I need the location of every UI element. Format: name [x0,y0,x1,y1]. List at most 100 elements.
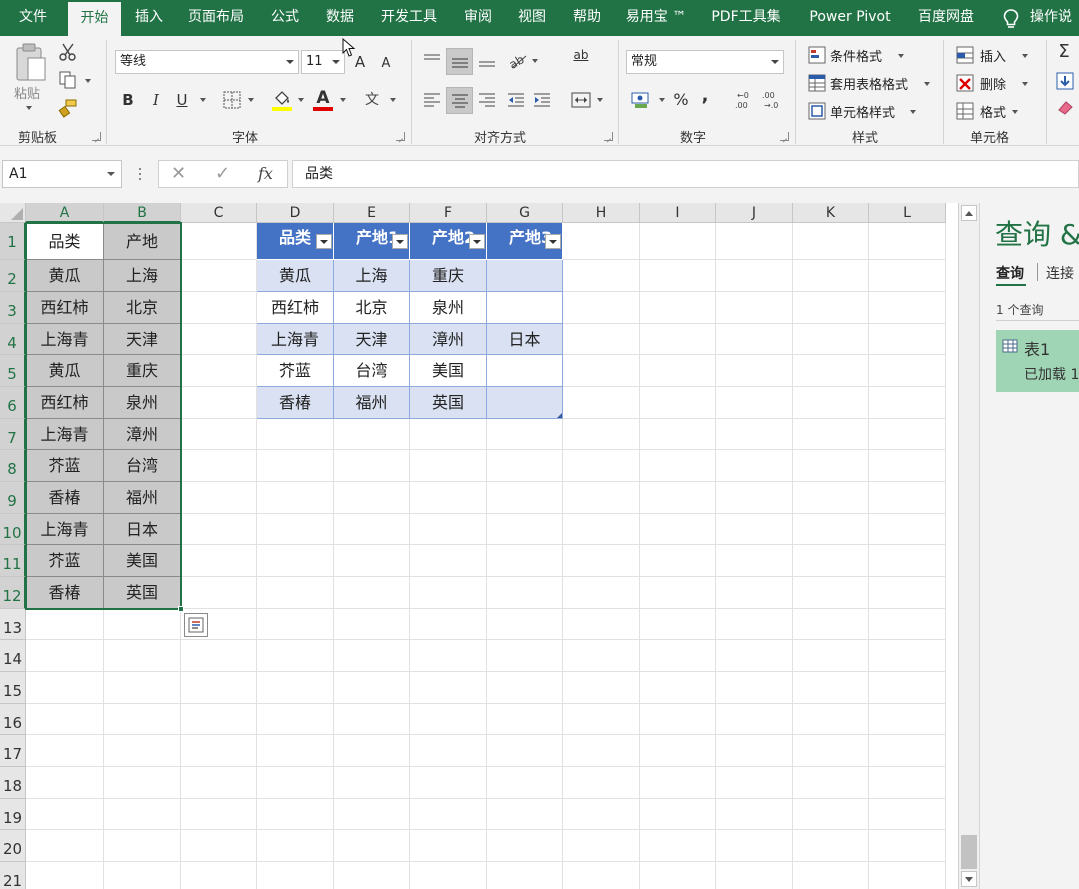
row-header[interactable]: 15 [0,672,26,704]
grid-cell[interactable] [181,862,257,889]
grid-cell[interactable] [716,223,793,260]
grid-cell[interactable] [181,545,257,577]
grid-cell[interactable] [640,640,716,672]
grid-cell[interactable] [563,767,640,799]
grid-cell[interactable] [793,419,869,450]
format-cells-button[interactable]: 格式 [956,100,1036,122]
grid-cell[interactable] [640,324,716,355]
grid-cell[interactable] [563,545,640,577]
grid-cell[interactable] [563,830,640,862]
grid-cell[interactable] [181,324,257,355]
source-cell[interactable]: 泉州 [104,387,181,419]
grid-cell[interactable] [869,324,946,355]
grid-cell[interactable] [563,862,640,889]
fill-color-dropdown-icon[interactable] [298,98,304,102]
source-cell[interactable]: 上海 [104,260,181,292]
grid-cell[interactable] [487,640,563,672]
grid-cell[interactable] [716,672,793,704]
source-cell[interactable]: 上海青 [26,324,104,355]
clipboard-launcher-icon[interactable] [92,132,101,141]
grid-cell[interactable] [640,545,716,577]
grid-cell[interactable] [640,514,716,545]
filter-dropdown-icon[interactable] [545,234,561,249]
grid-cell[interactable] [104,767,181,799]
grid-cell[interactable] [410,640,487,672]
italic-button[interactable]: I [146,90,166,110]
grid-cell[interactable] [793,223,869,260]
grid-cell[interactable] [793,672,869,704]
grid-cell[interactable] [410,767,487,799]
grid-cell[interactable] [793,830,869,862]
grid-cell[interactable] [640,355,716,387]
row-header[interactable]: 20 [0,830,26,862]
column-header[interactable]: F [410,203,487,223]
grid-cell[interactable] [716,450,793,482]
result-cell[interactable] [487,355,563,387]
align-right-icon[interactable] [477,90,497,110]
formula-input[interactable]: 品类 [292,160,1079,188]
orientation-dropdown-icon[interactable] [532,59,538,63]
underline-dropdown-icon[interactable] [200,98,206,102]
phonetic-dropdown-icon[interactable] [390,98,396,102]
filter-dropdown-icon[interactable] [316,234,332,249]
result-cell[interactable]: 天津 [334,324,410,355]
source-header-cell[interactable]: 品类 [26,223,104,260]
number-launcher-icon[interactable] [780,132,789,141]
grid-cell[interactable] [563,514,640,545]
grid-cell[interactable] [716,767,793,799]
grid-cell[interactable] [869,223,946,260]
grid-cell[interactable] [104,704,181,735]
result-cell[interactable]: 黄瓜 [257,260,334,292]
grid-cell[interactable] [181,514,257,545]
grid-cell[interactable] [563,292,640,324]
grid-cell[interactable] [181,450,257,482]
grid-cell[interactable] [716,545,793,577]
name-box-dropdown-icon[interactable] [107,172,115,176]
grid-cell[interactable] [181,355,257,387]
source-cell[interactable]: 漳州 [104,419,181,450]
source-cell[interactable]: 美国 [104,545,181,577]
lightbulb-icon[interactable] [1002,8,1020,30]
grid-cell[interactable] [257,830,334,862]
grid-cell[interactable] [257,482,334,514]
phonetic-icon[interactable]: 文 [361,90,383,110]
grid-cell[interactable] [793,355,869,387]
increase-indent-icon[interactable] [532,90,552,110]
result-cell[interactable]: 北京 [334,292,410,324]
clear-eraser-icon[interactable] [1056,98,1074,116]
tab-insert[interactable]: 插入 [123,0,175,36]
grid-cell[interactable] [563,799,640,830]
grid-cell[interactable] [563,577,640,609]
grid-cell[interactable] [563,223,640,260]
grid-cell[interactable] [26,767,104,799]
grid-cell[interactable] [257,577,334,609]
grid-cell[interactable] [334,735,410,767]
orientation-icon[interactable]: ab [506,50,528,70]
grid-cell[interactable] [793,482,869,514]
tab-formulas[interactable]: 公式 [259,0,311,36]
grid-cell[interactable] [181,223,257,260]
grid-cell[interactable] [257,799,334,830]
filter-dropdown-icon[interactable] [392,234,408,249]
column-header[interactable]: C [181,203,257,223]
grid-cell[interactable] [640,704,716,735]
grid-cell[interactable] [793,514,869,545]
tab-power-pivot[interactable]: Power Pivot [798,0,902,36]
result-header-cell[interactable]: 产地2 [410,223,487,260]
grid-cell[interactable] [181,799,257,830]
grid-cell[interactable] [410,672,487,704]
column-header[interactable]: D [257,203,334,223]
grid-cell[interactable] [640,799,716,830]
format-as-table-button[interactable]: 套用表格格式 [806,72,936,94]
grid-cell[interactable] [869,292,946,324]
grid-cell[interactable] [869,640,946,672]
increase-decimal-icon[interactable]: ←0.00 [733,88,757,112]
grid-cell[interactable] [640,387,716,419]
scroll-up-button[interactable] [961,205,977,221]
grid-cell[interactable] [869,577,946,609]
grid-cell[interactable] [487,830,563,862]
grid-cell[interactable] [793,862,869,889]
grid-cell[interactable] [869,862,946,889]
font-color-button[interactable]: A [312,86,334,112]
grid-cell[interactable] [410,514,487,545]
